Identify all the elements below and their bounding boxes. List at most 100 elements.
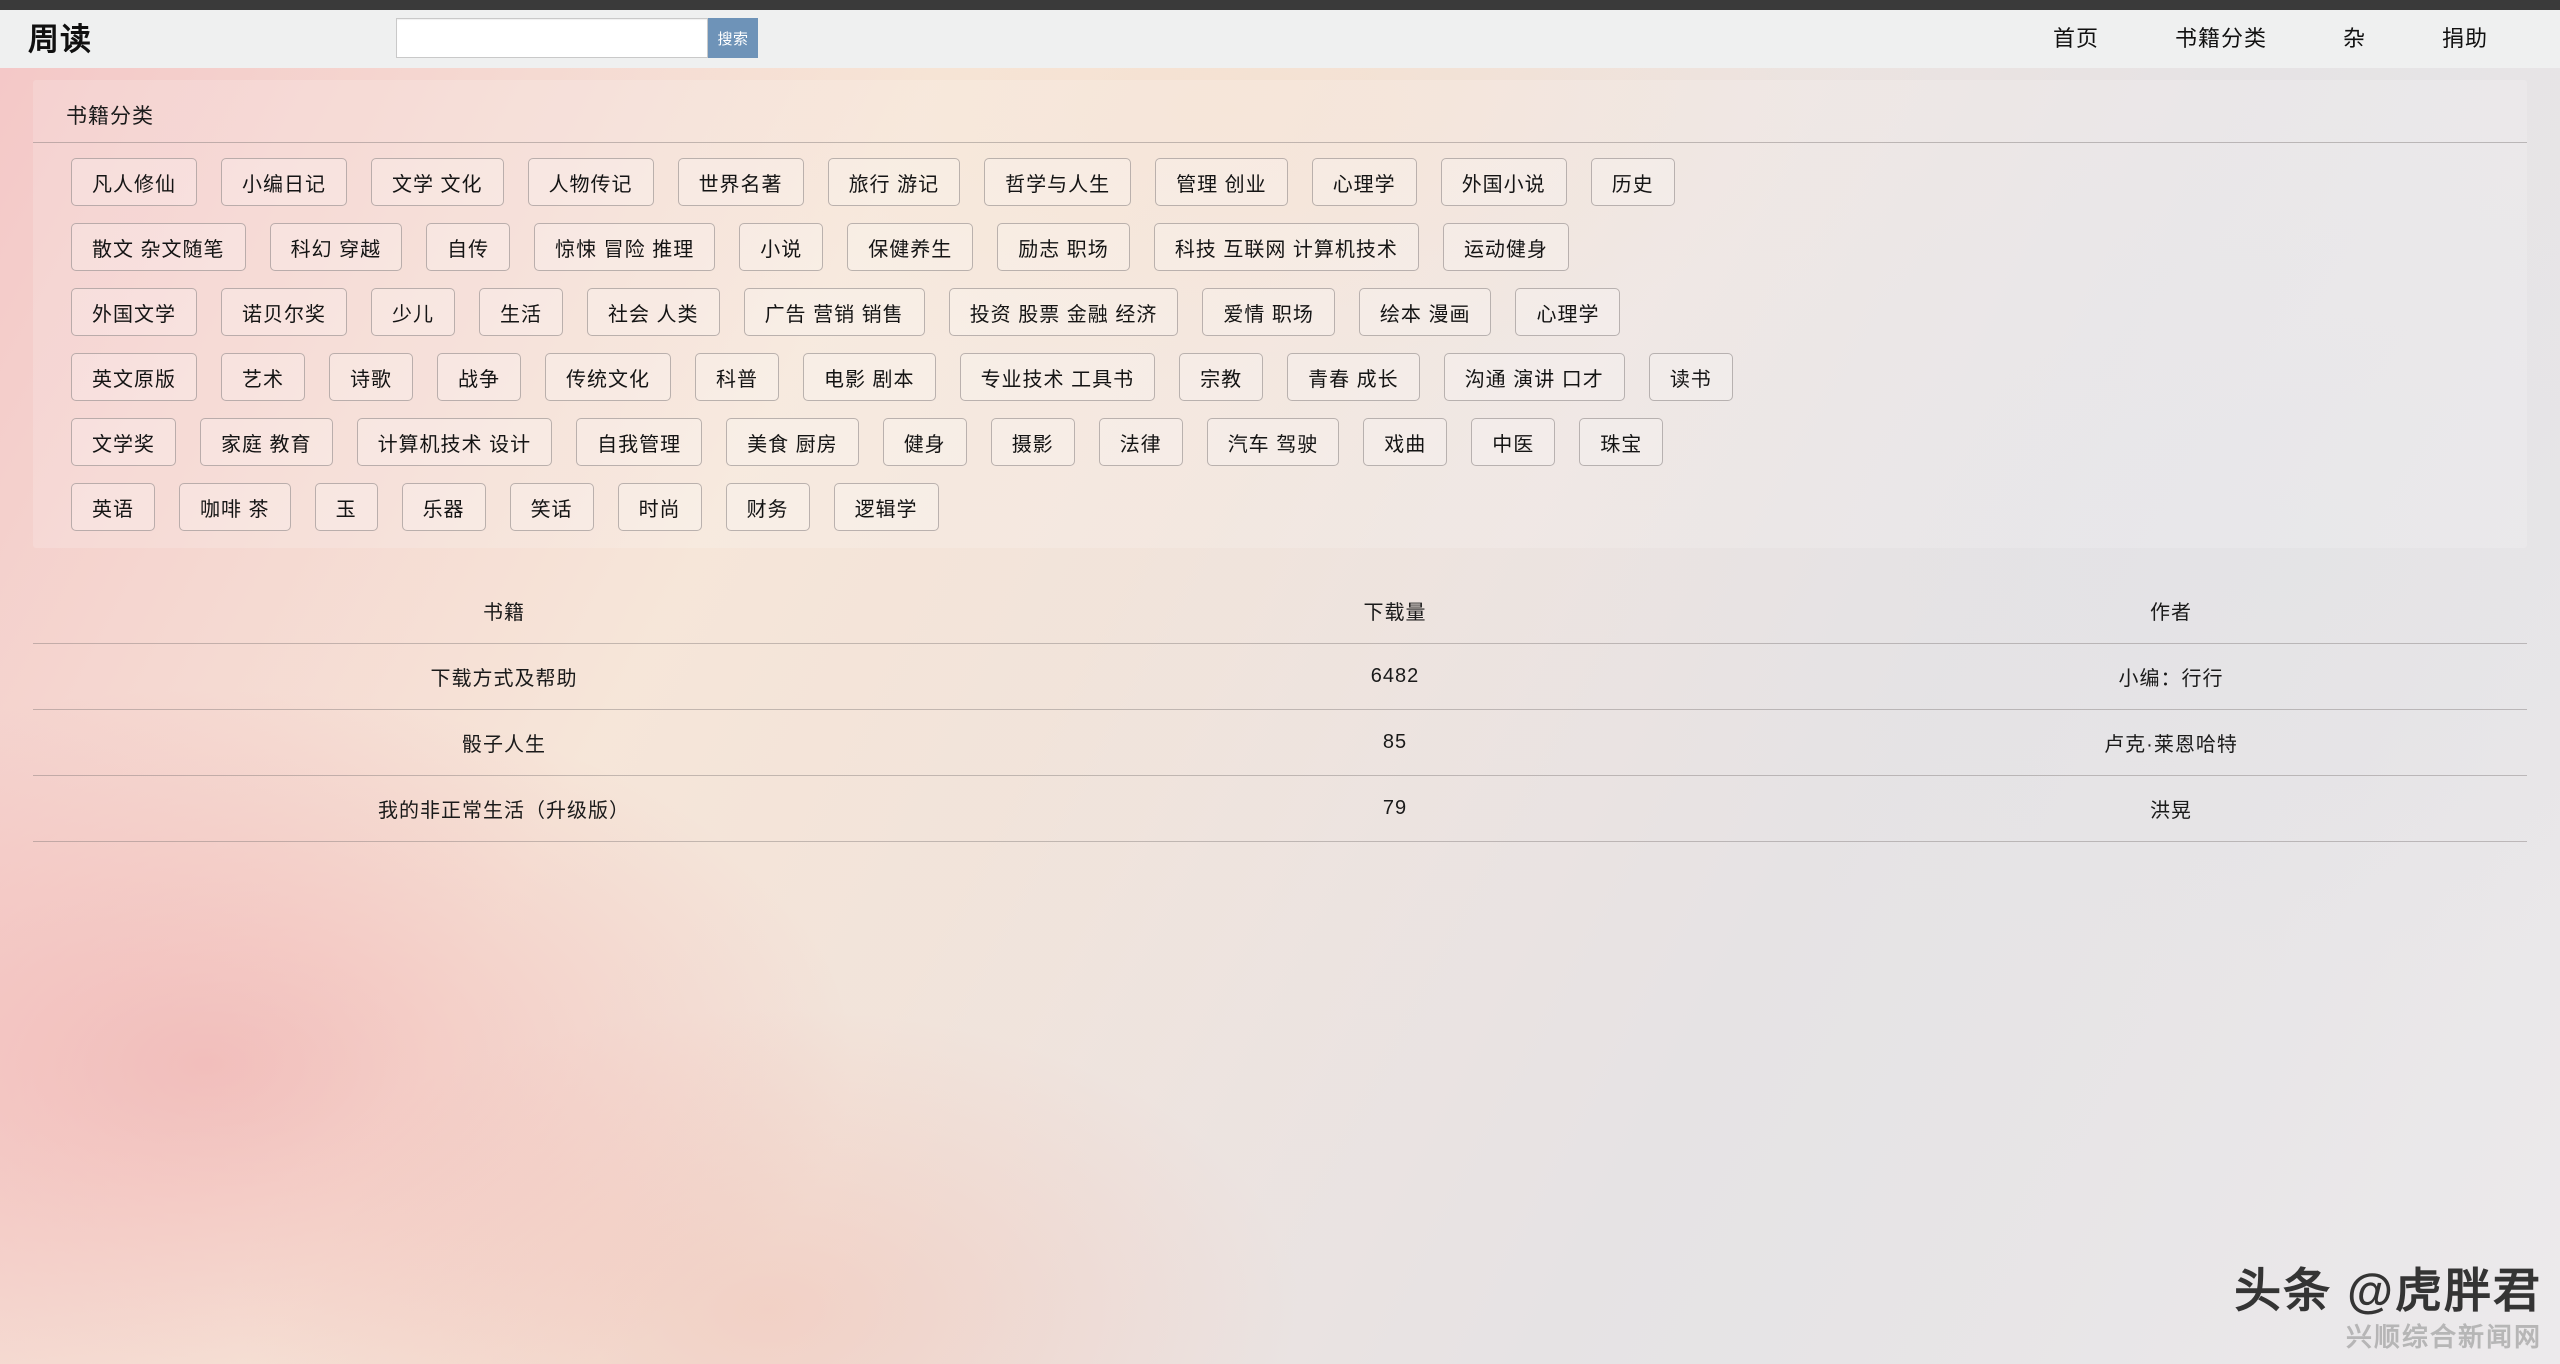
category-tag[interactable]: 凡人修仙 (71, 158, 197, 206)
category-tag[interactable]: 美食 厨房 (726, 418, 859, 466)
category-tag[interactable]: 绘本 漫画 (1358, 288, 1492, 336)
table-row: 下载方式及帮助 6482 小编：行行 (33, 643, 2527, 710)
category-tag-row: 凡人修仙 小编日记 文学 文化 人物传记 世界名著 旅行 游记 哲学与人生 管理 创业 心理学外… (71, 158, 2495, 206)
nav-item-donate[interactable]: 捐助 (2404, 10, 2526, 68)
cell-download-count: 79 (975, 775, 1815, 842)
cell-author: 洪晃 (1815, 775, 2527, 842)
nav-item-categories[interactable]: 书籍分类 (2137, 10, 2305, 68)
category-tag[interactable]: 咖啡 茶 (179, 483, 291, 531)
category-tag[interactable]: 心理学 (1311, 158, 1417, 206)
category-tag[interactable]: 小说 (739, 223, 824, 271)
category-tag-row: 文学奖 家庭 教育 计算机技术 设计 自我管理 美食 厨房 健身 摄影 法律 汽车 驾驶 戏曲 中医… (71, 418, 2495, 466)
category-tag[interactable]: 文学 文化 (371, 158, 504, 206)
category-tag[interactable]: 惊悚 冒险 推理 (534, 223, 716, 271)
cell-download-count: 85 (975, 709, 1815, 776)
category-tag[interactable]: 逻辑学 (833, 483, 939, 531)
cell-book-title[interactable]: 骰子人生 (33, 709, 975, 776)
category-tag[interactable]: 玉 (314, 483, 378, 531)
category-tag[interactable]: 沟通 演讲 口才 (1443, 353, 1625, 401)
site-header: 周读 搜索 首页 书籍分类 杂 捐助 (0, 10, 2560, 68)
category-tag[interactable]: 科技 互联网 计算机技术 (1153, 223, 1419, 271)
category-tag[interactable]: 少儿 (371, 288, 455, 336)
category-tag[interactable]: 保健养生 (847, 223, 974, 271)
category-tag[interactable]: 笑话 (509, 483, 594, 531)
category-tag[interactable]: 战争 (437, 353, 521, 401)
column-header-book: 书籍 (33, 578, 975, 644)
category-tag[interactable]: 外国小说 (1440, 158, 1567, 206)
category-tag[interactable]: 爱情 职场 (1202, 288, 1335, 336)
book-table-container: 书籍 下载量 作者 下载方式及帮助 6482 小编：行行 骰子人生 85 卢克·莱恩哈特我… (33, 578, 2527, 842)
category-tag-row: 英文原版 艺术 诗歌 战争 传统文化 科普 电影 剧本 专业技术 工具书 宗教 青春 成长 沟通 演… (71, 353, 2495, 401)
category-title-divider (33, 142, 2527, 143)
category-tag-row: 散文 杂文随笔 科幻 穿越 自传 惊悚 冒险 推理 小说 保健养生 励志 职场 科技 互联网 … (71, 223, 2495, 271)
category-tag[interactable]: 中医 (1471, 418, 1556, 466)
category-tag[interactable]: 宗教 (1179, 353, 1264, 401)
category-tag[interactable]: 英语 (71, 483, 155, 531)
category-tag[interactable]: 科普 (695, 353, 779, 401)
category-tag[interactable]: 诗歌 (329, 353, 413, 401)
cell-download-count: 6482 (975, 643, 1815, 710)
top-accent-bar (0, 0, 2560, 10)
search-input[interactable] (396, 18, 708, 58)
main-navigation: 首页 书籍分类 杂 捐助 (2015, 10, 2526, 68)
category-tag[interactable]: 摄影 (990, 418, 1075, 466)
column-header-downloads: 下载量 (975, 578, 1815, 644)
category-tag[interactable]: 英文原版 (71, 353, 197, 401)
category-tag[interactable]: 时尚 (617, 483, 702, 531)
category-tag[interactable]: 世界名著 (677, 158, 804, 206)
category-tag[interactable]: 艺术 (221, 353, 305, 401)
category-tag[interactable]: 心理学 (1515, 288, 1621, 336)
category-tag[interactable]: 科幻 穿越 (269, 223, 403, 271)
nav-item-home[interactable]: 首页 (2015, 10, 2137, 68)
category-tag[interactable]: 自传 (426, 223, 511, 271)
column-header-author: 作者 (1815, 578, 2527, 644)
category-tag[interactable]: 读书 (1648, 353, 1733, 401)
category-tag[interactable]: 珠宝 (1579, 418, 1664, 466)
site-logo[interactable]: 周读 (28, 24, 92, 55)
category-tag[interactable]: 计算机技术 设计 (356, 418, 553, 466)
category-panel-title: 书籍分类 (66, 105, 154, 128)
cell-book-title[interactable]: 我的非正常生活（升级版） (33, 775, 975, 842)
category-tag[interactable]: 乐器 (401, 483, 486, 531)
category-tag[interactable]: 外国文学 (71, 288, 197, 336)
category-tag[interactable]: 散文 杂文随笔 (71, 223, 246, 271)
nav-item-misc[interactable]: 杂 (2305, 10, 2404, 68)
category-tag-row: 外国文学 诺贝尔奖 少儿 生活 社会 人类 广告 营销 销售 投资 股票 金融 经济 爱情 职… (71, 288, 2495, 336)
category-tag[interactable]: 健身 (882, 418, 967, 466)
category-tag[interactable]: 文学奖 (71, 418, 176, 466)
category-tag[interactable]: 传统文化 (545, 353, 671, 401)
category-tag[interactable]: 运动健身 (1442, 223, 1569, 271)
category-tag[interactable]: 旅行 游记 (827, 158, 961, 206)
category-tag[interactable]: 法律 (1098, 418, 1183, 466)
category-tag[interactable]: 励志 职场 (997, 223, 1130, 271)
cell-author: 卢克·莱恩哈特 (1815, 709, 2527, 776)
category-tag[interactable]: 管理 创业 (1155, 158, 1288, 206)
cell-author: 小编：行行 (1815, 643, 2527, 710)
category-tag[interactable]: 青春 成长 (1287, 353, 1420, 401)
category-tag[interactable]: 历史 (1590, 158, 1675, 206)
category-tag[interactable]: 生活 (479, 288, 563, 336)
search-button[interactable]: 搜索 (708, 18, 758, 58)
category-tag[interactable]: 广告 营销 销售 (743, 288, 925, 336)
cell-book-title[interactable]: 下载方式及帮助 (33, 643, 975, 710)
search-form: 搜索 (396, 18, 758, 58)
table-header-row: 书籍 下载量 作者 (33, 578, 2527, 644)
category-tag[interactable]: 诺贝尔奖 (221, 288, 347, 336)
category-tag-list: 凡人修仙 小编日记 文学 文化 人物传记 世界名著 旅行 游记 哲学与人生 管理 创业 心理学外… (71, 158, 2495, 548)
category-tag[interactable]: 人物传记 (527, 158, 654, 206)
category-tag[interactable]: 专业技术 工具书 (959, 353, 1156, 401)
table-row: 骰子人生 85 卢克·莱恩哈特 (33, 709, 2527, 776)
category-panel: 书籍分类 凡人修仙 小编日记 文学 文化 人物传记 世界名著 旅行 游记 哲学与人生 管理 创… (33, 80, 2527, 548)
category-tag[interactable]: 小编日记 (221, 158, 347, 206)
category-tag[interactable]: 戏曲 (1363, 418, 1448, 466)
category-tag[interactable]: 汽车 驾驶 (1206, 418, 1340, 466)
category-tag[interactable]: 哲学与人生 (984, 158, 1132, 206)
category-tag[interactable]: 财务 (725, 483, 810, 531)
category-tag[interactable]: 社会 人类 (587, 288, 720, 336)
book-table: 书籍 下载量 作者 下载方式及帮助 6482 小编：行行 骰子人生 85 卢克·莱恩哈特我… (33, 578, 2527, 842)
category-tag[interactable]: 电影 剧本 (803, 353, 936, 401)
category-tag[interactable]: 自我管理 (576, 418, 703, 466)
category-tag[interactable]: 投资 股票 金融 经济 (948, 288, 1179, 336)
category-tag-row: 英语 咖啡 茶玉乐器 笑话 时尚 财务 逻辑学 (71, 483, 2495, 531)
category-tag[interactable]: 家庭 教育 (200, 418, 333, 466)
